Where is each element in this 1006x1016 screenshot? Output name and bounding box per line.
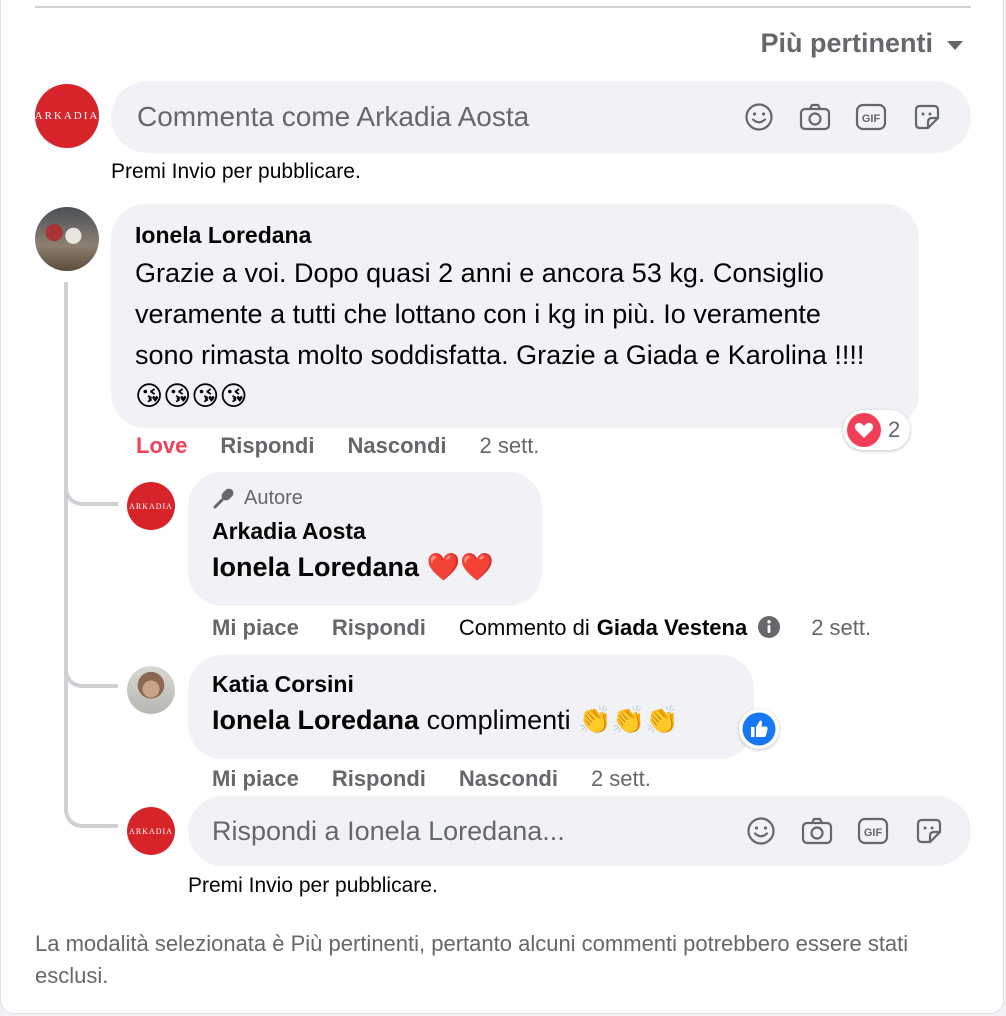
publish-hint: Premi Invio per pubblicare. — [111, 160, 361, 183]
comment-bubble: Ionela Loredana Grazie a voi. Dopo quasi… — [111, 204, 919, 428]
sort-label: Più pertinenti — [760, 28, 933, 58]
reply-actions: Mi piace Rispondi Nascondi 2 sett. — [212, 766, 651, 792]
reply-button[interactable]: Rispondi — [332, 615, 426, 641]
composer-icons: GIF — [743, 813, 947, 849]
hide-button[interactable]: Nascondi — [347, 433, 446, 459]
comment-author[interactable]: Ionela Loredana — [135, 222, 895, 249]
mention-link[interactable]: Ionela Loredana — [212, 552, 419, 582]
svg-text:GIF: GIF — [862, 113, 881, 125]
gif-icon[interactable]: GIF — [853, 99, 889, 135]
top-divider — [35, 6, 971, 8]
comments-card: Più pertinenti ARKADIA Commenta come Ark… — [0, 0, 1004, 1014]
avatar[interactable]: ARKADIA — [127, 807, 175, 855]
microphone-icon — [213, 488, 234, 509]
comment-text: Grazie a voi. Dopo quasi 2 anni e ancora… — [135, 258, 865, 411]
caret-down-icon — [947, 41, 963, 50]
author-badge-label: Autore — [244, 486, 303, 509]
reaction-summary[interactable]: 2 — [843, 410, 911, 450]
avatar-logo-text: ARKADIA — [35, 110, 99, 122]
filter-notice: La modalità selezionata è Più pertinenti… — [35, 931, 909, 988]
comment-input[interactable]: Commenta come Arkadia Aosta GIF — [111, 81, 971, 153]
reply-input-placeholder: Rispondi a Ionela Loredana... — [212, 815, 565, 846]
camera-icon[interactable] — [799, 813, 835, 849]
avatar[interactable]: ARKADIA — [127, 482, 175, 530]
sticker-icon[interactable] — [909, 99, 945, 135]
publish-hint: Premi Invio per pubblicare. — [188, 874, 438, 897]
comment-actions: Love Rispondi Nascondi 2 sett. — [136, 433, 539, 459]
avatar[interactable] — [127, 666, 175, 714]
timestamp[interactable]: 2 sett. — [811, 615, 871, 641]
reaction-summary[interactable] — [739, 709, 779, 749]
timestamp[interactable]: 2 sett. — [480, 433, 540, 459]
comment-by-name[interactable]: Giada Vestena — [597, 615, 747, 641]
thread-line — [64, 282, 68, 802]
avatar-logo-text: ARKADIA — [129, 826, 173, 836]
love-button[interactable]: Love — [136, 433, 187, 459]
reply-input[interactable]: Rispondi a Ionela Loredana... GIF — [188, 796, 971, 866]
avatar[interactable]: ARKADIA — [35, 84, 99, 148]
like-button[interactable]: Mi piace — [212, 766, 299, 792]
reply-bubble: Autore Arkadia Aosta Ionela Loredana ❤️❤… — [188, 472, 542, 606]
reply-button[interactable]: Rispondi — [332, 766, 426, 792]
thread-connector — [64, 470, 118, 506]
composer-icons: GIF — [741, 99, 945, 135]
comment-by-prefix: Commento di — [458, 615, 590, 640]
reaction-count: 2 — [888, 417, 901, 442]
reply-button[interactable]: Rispondi — [220, 433, 314, 459]
avatar-logo-text: ARKADIA — [129, 501, 173, 511]
reply-text-content: ❤️❤️ — [419, 552, 494, 582]
comment-input-placeholder: Commenta come Arkadia Aosta — [137, 101, 530, 132]
reply-text-content: complimenti 👏👏👏 — [419, 705, 679, 735]
reply-author[interactable]: Katia Corsini — [212, 671, 730, 698]
reply-text: Ionela Loredana ❤️❤️ — [212, 547, 518, 588]
reply-author[interactable]: Arkadia Aosta — [212, 518, 518, 545]
mention-link[interactable]: Ionela Loredana — [212, 705, 419, 735]
reply-bubble: Katia Corsini Ionela Loredana compliment… — [188, 655, 754, 759]
gif-icon[interactable]: GIF — [855, 813, 891, 849]
heart-icon — [847, 413, 881, 447]
sticker-icon[interactable] — [911, 813, 947, 849]
like-button[interactable]: Mi piace — [212, 615, 299, 641]
thread-connector — [64, 652, 118, 688]
thread-connector — [64, 792, 118, 828]
info-icon[interactable] — [757, 615, 781, 645]
hide-button[interactable]: Nascondi — [459, 766, 558, 792]
reply-text: Ionela Loredana complimenti 👏👏👏 — [212, 700, 730, 741]
svg-text:GIF: GIF — [864, 827, 883, 839]
avatar[interactable] — [35, 207, 99, 271]
sort-dropdown[interactable]: Più pertinenti — [760, 28, 963, 59]
like-icon — [742, 712, 776, 746]
author-badge: Autore — [212, 486, 518, 510]
reply-actions: Mi piace Rispondi Commento di Giada Vest… — [212, 615, 871, 645]
emoji-icon[interactable] — [741, 99, 777, 135]
timestamp[interactable]: 2 sett. — [591, 766, 651, 792]
camera-icon[interactable] — [797, 99, 833, 135]
emoji-icon[interactable] — [743, 813, 779, 849]
